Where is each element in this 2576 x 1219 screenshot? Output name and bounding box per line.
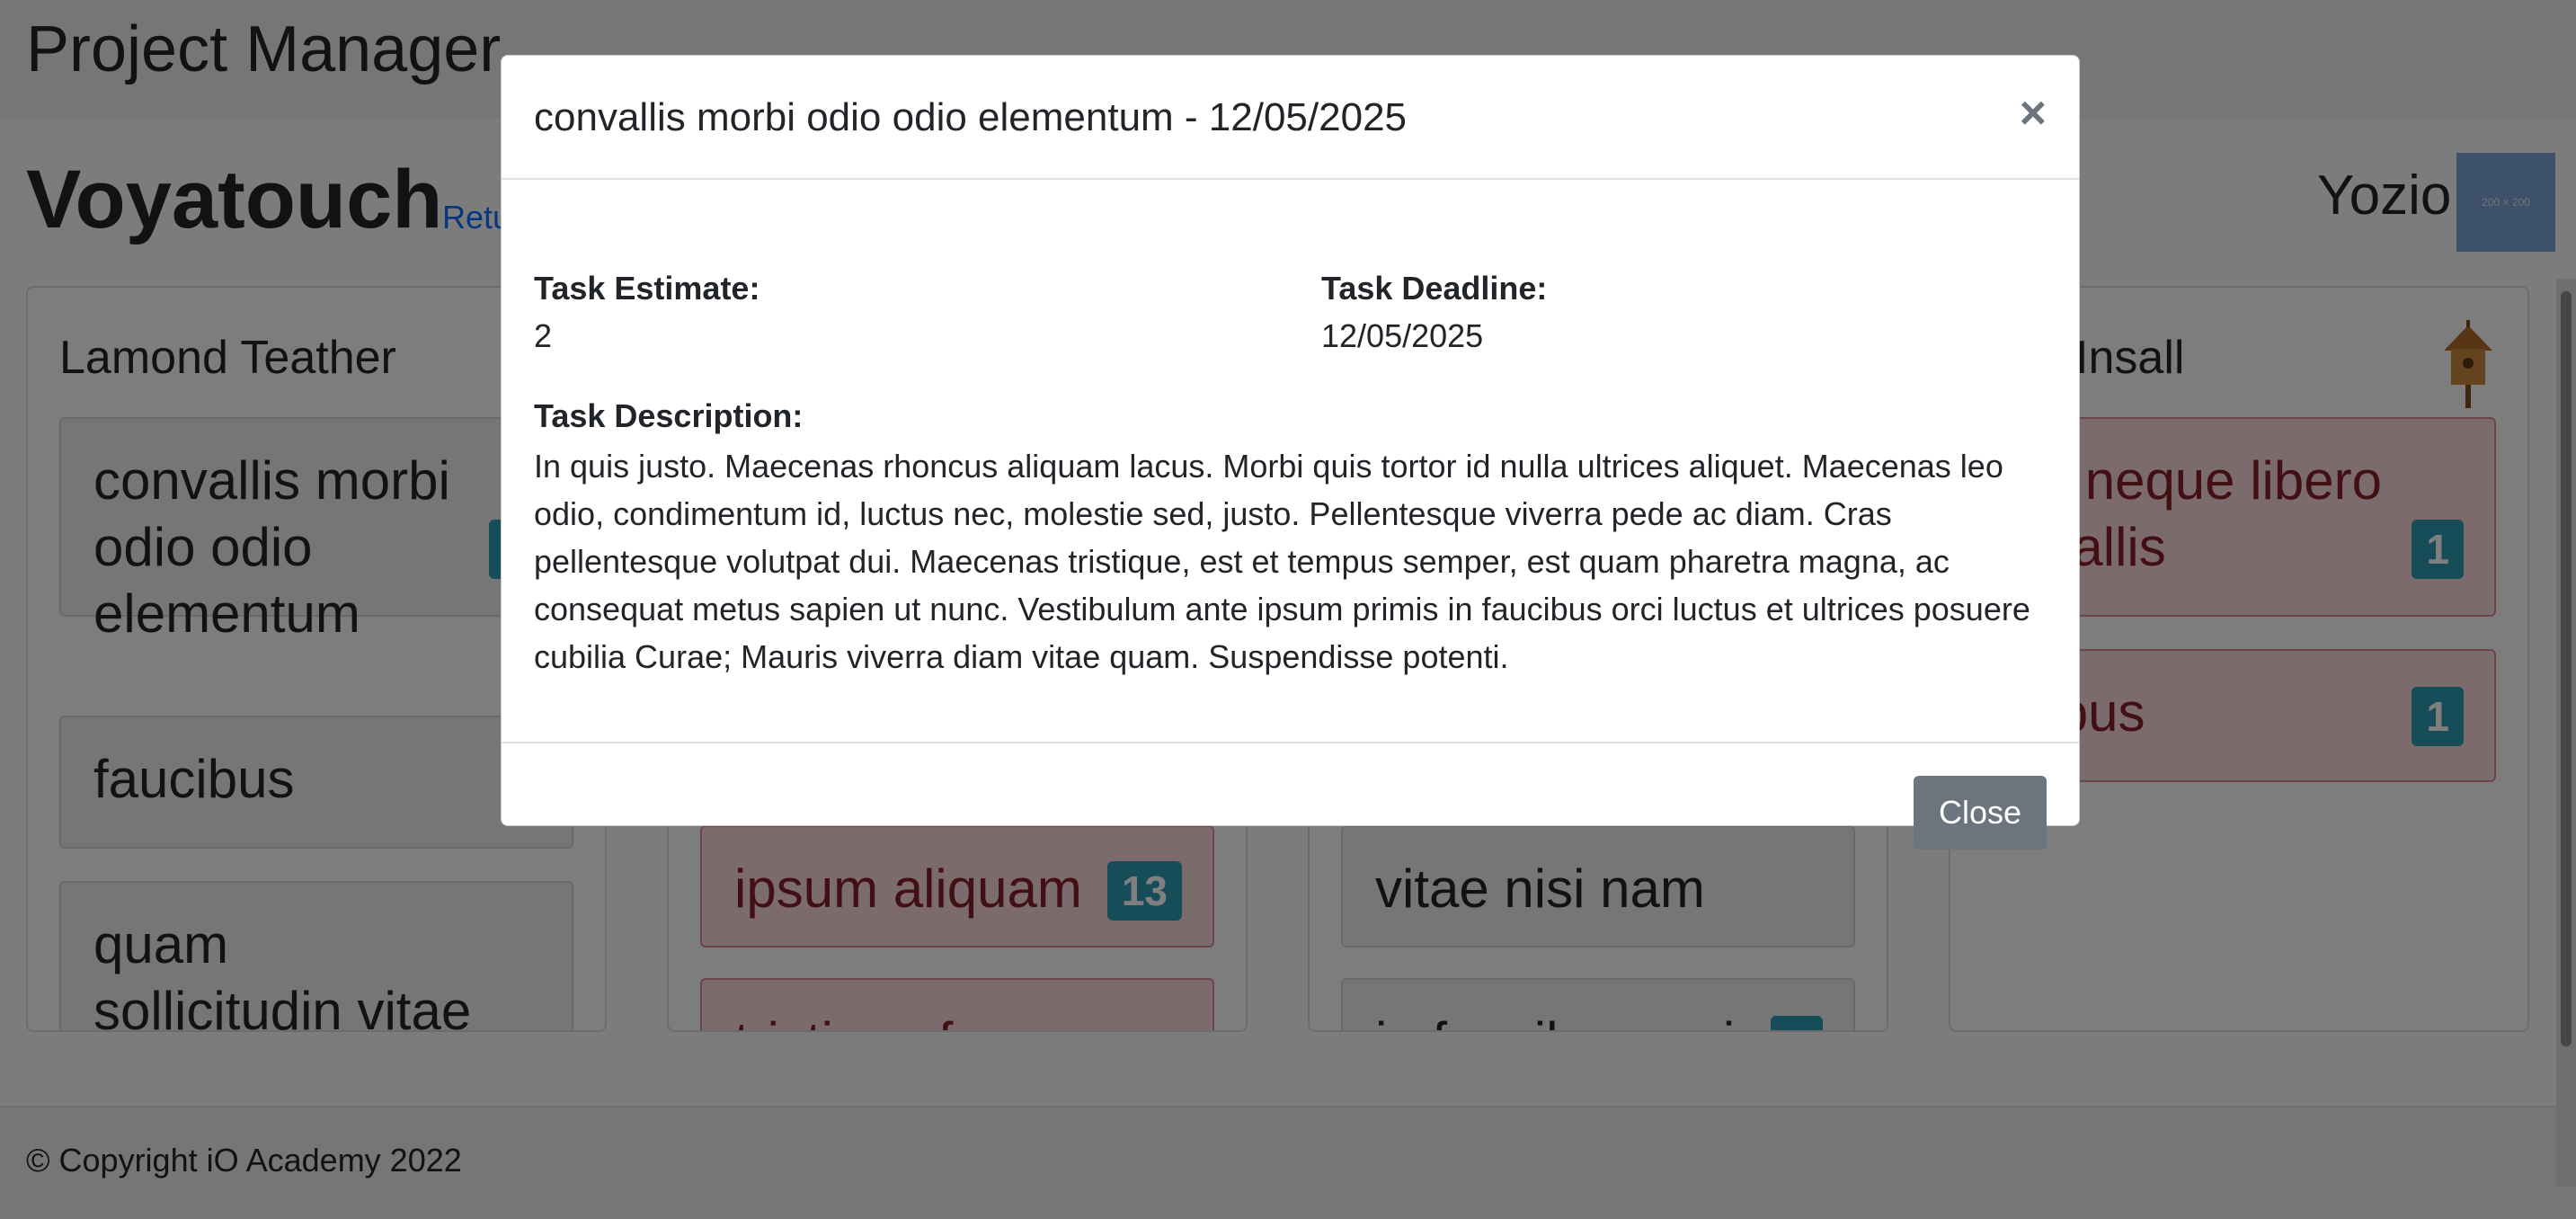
task-deadline-value: 12/05/2025 (1321, 317, 1484, 354)
close-icon[interactable]: × (2020, 90, 2047, 137)
close-button[interactable]: Close (1914, 776, 2047, 850)
task-description-text: In quis justo. Maecenas rhoncus aliquam … (534, 448, 2030, 675)
task-details-modal: convallis morbi odio odio elementum - 12… (501, 55, 2080, 850)
task-estimate-label: Task Estimate: (534, 270, 760, 307)
task-description-label: Task Description: (534, 397, 804, 434)
task-deadline-label: Task Deadline: (1321, 270, 1548, 307)
modal-title: convallis morbi odio odio elementum - 12… (534, 95, 1408, 139)
task-estimate-value: 2 (534, 317, 553, 354)
modal-header: convallis morbi odio odio elementum - 12… (502, 56, 2079, 180)
modal-footer: Close (502, 742, 2079, 850)
